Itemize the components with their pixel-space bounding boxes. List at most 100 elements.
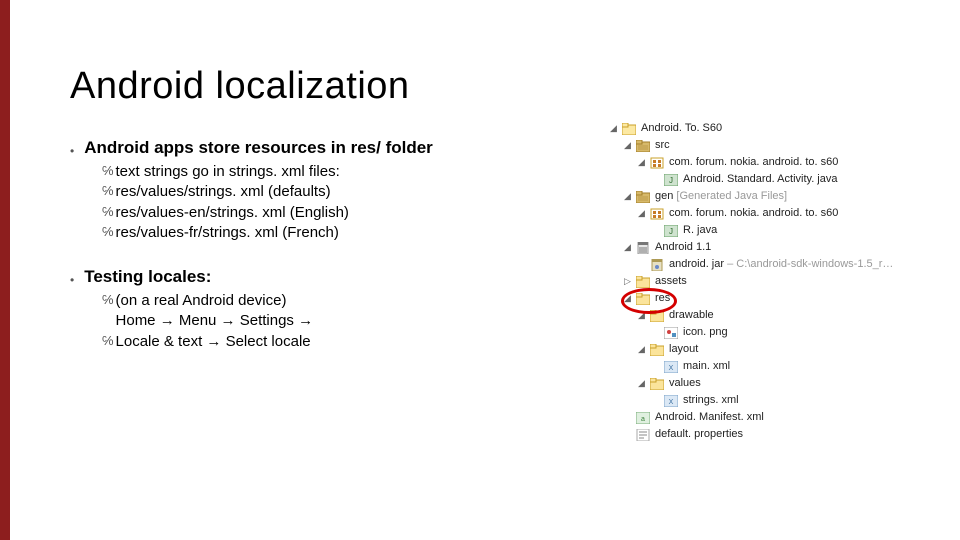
twisty-open-icon[interactable]: ◢	[608, 120, 619, 137]
tree-row[interactable]: ◢ res	[608, 290, 948, 307]
tree-row[interactable]: ▷ Xmain. xml	[608, 358, 948, 375]
tree-label: icon. png	[683, 324, 728, 341]
tree-row[interactable]: ▷Xstrings. xml	[608, 392, 948, 409]
tree-label: com. forum. nokia. android. to. s60	[669, 154, 838, 171]
tree-label: layout	[669, 341, 698, 358]
package-icon	[649, 207, 665, 221]
project-icon	[621, 122, 637, 136]
tree-label: res	[655, 290, 670, 307]
xml-icon: X	[663, 360, 679, 374]
twisty-open-icon[interactable]: ◢	[622, 239, 633, 256]
twisty-none-icon: ▷	[650, 324, 661, 341]
tree-label: R. java	[683, 222, 717, 239]
deco-icon: ℅	[102, 291, 114, 309]
tree-row[interactable]: ◢ layout	[608, 341, 948, 358]
sub-text: res/values-fr/strings. xml (French)	[116, 223, 339, 243]
folder-icon	[635, 292, 651, 306]
slide-content: Android localization • Android apps stor…	[70, 65, 590, 376]
tree-row[interactable]: ▷assets	[608, 273, 948, 290]
deco-icon: ℅	[102, 332, 114, 350]
twisty-open-icon[interactable]: ◢	[636, 341, 647, 358]
section-2: • Testing locales: ℅(on a real Android d…	[70, 267, 590, 352]
tree-row[interactable]: ◢ Android. To. S60	[608, 120, 948, 137]
folder-icon	[635, 275, 651, 289]
twisty-open-icon[interactable]: ◢	[636, 205, 647, 222]
tree-label: Android. Standard. Activity. java	[683, 171, 838, 188]
tree-row[interactable]: ◢ com. forum. nokia. android. to. s60	[608, 154, 948, 171]
tree-row[interactable]: ◢gen [Generated Java Files]	[608, 188, 948, 205]
tree-row[interactable]: ◢ drawable	[608, 307, 948, 324]
slide-title: Android localization	[70, 65, 590, 108]
tree-label: Android. Manifest. xml	[655, 409, 764, 426]
section-1: • Android apps store resources in res/ f…	[70, 138, 590, 243]
tree-row[interactable]: ▷android. jar – C:\android-sdk-windows-1…	[608, 256, 948, 273]
twisty-none-icon: ▷	[650, 222, 661, 239]
tree-row[interactable]: ▷ icon. png	[608, 324, 948, 341]
tree-label: default. properties	[655, 426, 743, 443]
tree-label: src	[655, 137, 670, 154]
project-tree: ◢ Android. To. S60 ◢ src ◢ com. forum. nokia.…	[608, 120, 948, 443]
tree-row[interactable]: ◢ com. forum. nokia. android. to. s60	[608, 205, 948, 222]
twisty-open-icon[interactable]: ◢	[622, 188, 633, 205]
tree-row[interactable]: ▷ default. properties	[608, 426, 948, 443]
svg-text:X: X	[669, 399, 674, 406]
java-icon: J	[663, 224, 679, 238]
tree-label: drawable	[669, 307, 714, 324]
bullet-2-head: Testing locales:	[84, 267, 211, 287]
twisty-none-icon: ▷	[636, 256, 647, 273]
tree-label: main. xml	[683, 358, 730, 375]
sub-item: ℅res/values/strings. xml (defaults)	[102, 182, 590, 202]
tree-row[interactable]: ▷ a Android. Manifest. xml	[608, 409, 948, 426]
bullet-dot-icon: •	[70, 144, 74, 158]
srcfolder-icon	[635, 190, 651, 204]
svg-text:J: J	[669, 227, 673, 236]
twisty-open-icon[interactable]: ◢	[636, 307, 647, 324]
twisty-none-icon: ▷	[622, 426, 633, 443]
sub-text: res/values/strings. xml (defaults)	[116, 182, 331, 202]
tree-label: com. forum. nokia. android. to. s60	[669, 205, 838, 222]
svg-text:J: J	[669, 176, 673, 185]
accent-bar	[0, 0, 10, 540]
bullet-1: • Android apps store resources in res/ f…	[70, 138, 590, 158]
deco-icon: ℅	[102, 182, 114, 200]
jarfile-icon	[649, 258, 665, 272]
srcfolder-icon	[635, 139, 651, 153]
twisty-closed-icon[interactable]: ▷	[622, 273, 633, 290]
folder-icon	[649, 309, 665, 323]
sub-item: ℅Locale & text → Select locale	[102, 332, 590, 352]
tree-row[interactable]: ◢ src	[608, 137, 948, 154]
sub-item: ℅(on a real Android device)	[102, 291, 590, 311]
sub-text: (on a real Android device)	[116, 291, 287, 311]
sub-item: ℅res/values-fr/strings. xml (French)	[102, 223, 590, 243]
twisty-open-icon[interactable]: ◢	[622, 137, 633, 154]
deco-icon: ℅	[102, 203, 114, 221]
twisty-none-icon: ▷	[622, 409, 633, 426]
sub-text: text strings go in strings. xml files:	[116, 162, 340, 182]
tree-row[interactable]: ◢ Android 1.1	[608, 239, 948, 256]
tree-label-suffix: [Generated Java Files]	[673, 190, 787, 202]
package-icon	[649, 156, 665, 170]
tree-label: Android. To. S60	[641, 120, 722, 137]
folder-icon	[649, 377, 665, 391]
image-icon	[663, 326, 679, 340]
tree-label-suffix: – C:\android-sdk-windows-1.5_r…	[724, 258, 893, 270]
deco-icon: ℅	[102, 162, 114, 180]
bullet-2: • Testing locales:	[70, 267, 590, 287]
tree-row[interactable]: ◢values	[608, 375, 948, 392]
tree-label: Android 1.1	[655, 239, 711, 256]
svg-text:a: a	[641, 416, 645, 423]
bullet-1-head: Android apps store resources in res/ fol…	[84, 138, 433, 158]
sub-item: ℅text strings go in strings. xml files:	[102, 162, 590, 182]
propfile-icon	[635, 428, 651, 442]
twisty-open-icon[interactable]: ◢	[636, 375, 647, 392]
svg-text:X: X	[669, 365, 674, 372]
twisty-none-icon: ▷	[650, 171, 661, 188]
tree-row[interactable]: ▷ J R. java	[608, 222, 948, 239]
twisty-open-icon[interactable]: ◢	[622, 290, 633, 307]
sub-item: ℅ Home → Menu → Settings →	[102, 311, 590, 331]
bullet-dot-icon: •	[70, 273, 74, 287]
twisty-none-icon: ▷	[650, 358, 661, 375]
tree-row[interactable]: ▷ J Android. Standard. Activity. java	[608, 171, 948, 188]
deco-icon: ℅	[102, 311, 114, 329]
twisty-open-icon[interactable]: ◢	[636, 154, 647, 171]
